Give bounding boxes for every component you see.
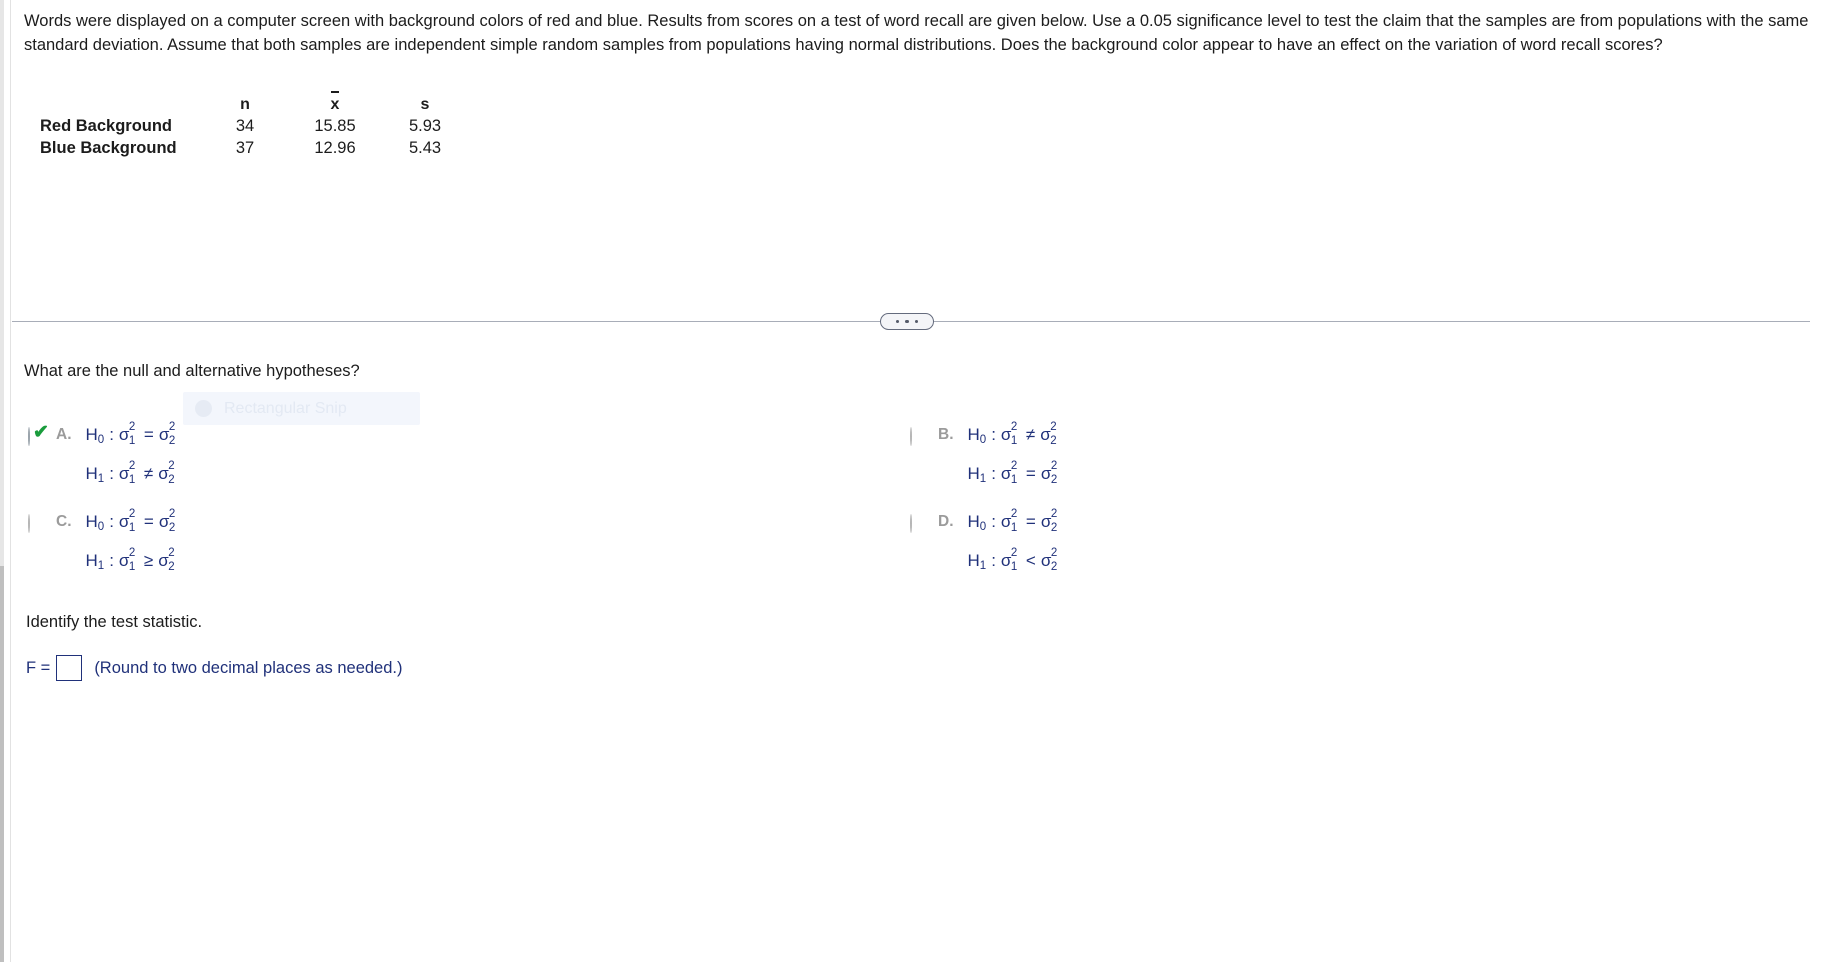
rectangular-snip-watermark: Rectangular Snip bbox=[183, 392, 420, 425]
relation-operator: < bbox=[1025, 551, 1036, 570]
column-header-s: s bbox=[420, 96, 430, 113]
hypotheses-a: H0: σ 2 1 = σ 2 2 H1: σ 2 1 ≠ σ 2 2 bbox=[86, 418, 179, 496]
sigma-1-squared: σ21 bbox=[118, 547, 136, 573]
sigma-2-squared: σ22 bbox=[158, 508, 176, 534]
cell-blue-s: 5.43 bbox=[408, 139, 442, 157]
content-left-border bbox=[10, 0, 11, 962]
hypotheses-b: H0: σ 2 1 ≠ σ 2 2 H1: σ 2 1 = σ 2 2 bbox=[968, 418, 1061, 496]
h-symbol: H bbox=[967, 551, 980, 570]
relation-operator: = bbox=[143, 425, 154, 444]
column-header-n: n bbox=[240, 96, 250, 113]
choice-letter-d: D. bbox=[938, 513, 954, 530]
radio-b-wrap[interactable] bbox=[910, 427, 928, 446]
alt-hypothesis-c: H1: σ 2 1 ≥ σ 2 2 bbox=[86, 544, 179, 583]
choice-option-b[interactable]: B. H0: σ 2 1 ≠ σ 2 2 H1: σ 2 1 = σ 2 2 bbox=[910, 418, 1061, 496]
panel-splitter bbox=[0, 313, 1822, 330]
choice-letter-a: A. bbox=[56, 426, 72, 443]
sigma-1-squared: σ21 bbox=[1000, 508, 1018, 534]
h-symbol: H bbox=[85, 551, 98, 570]
radio-a-wrap[interactable]: ✔ bbox=[28, 423, 49, 446]
test-statistic-answer-row: F = (Round to two decimal places as need… bbox=[26, 655, 403, 681]
f-value-input[interactable] bbox=[56, 655, 83, 681]
xbar-symbol: x bbox=[330, 91, 340, 113]
row-label-blue-background: Blue Background bbox=[40, 139, 177, 157]
relation-operator: ≥ bbox=[143, 551, 154, 570]
cell-blue-n: 37 bbox=[235, 139, 255, 157]
problem-statement: Words were displayed on a computer scree… bbox=[24, 12, 1809, 54]
cell-red-s: 5.93 bbox=[408, 117, 442, 135]
sigma-2-squared: σ22 bbox=[1040, 421, 1057, 447]
left-edge-rail-top bbox=[0, 0, 4, 566]
rounding-instruction: (Round to two decimal places as needed.) bbox=[94, 658, 403, 677]
alt-hypothesis-b: H1: σ 2 1 = σ 2 2 bbox=[968, 457, 1061, 496]
f-equals-label: F = bbox=[26, 658, 51, 677]
choice-letter-c: C. bbox=[56, 513, 72, 530]
sigma-2-squared: σ22 bbox=[1040, 547, 1058, 573]
handle-dot-icon bbox=[905, 319, 909, 324]
sigma-1-squared: σ21 bbox=[118, 508, 136, 534]
h-symbol: H bbox=[85, 512, 98, 531]
alt-hypothesis-a: H1: σ 2 1 ≠ σ 2 2 bbox=[86, 457, 179, 496]
sigma-2-squared: σ22 bbox=[1040, 508, 1058, 534]
sigma-2-squared: σ22 bbox=[158, 460, 175, 486]
relation-operator: = bbox=[1025, 464, 1036, 483]
choice-option-d[interactable]: D. H0: σ 2 1 = σ 2 2 H1: σ 2 1 < σ 2 2 bbox=[910, 505, 1061, 583]
choice-option-a[interactable]: ✔ A. H0: σ 2 1 = σ 2 2 H1: σ 2 1 ≠ σ 2 2 bbox=[28, 418, 179, 496]
choice-letter-b: B. bbox=[938, 426, 954, 443]
cell-red-xbar: 15.85 bbox=[314, 117, 356, 135]
choice-option-c[interactable]: C. H0: σ 2 1 = σ 2 2 H1: σ 2 1 ≥ σ 2 2 bbox=[28, 505, 179, 583]
relation-operator: = bbox=[1025, 512, 1036, 531]
sigma-1-squared: σ21 bbox=[1000, 460, 1018, 486]
h-symbol: H bbox=[967, 464, 980, 483]
left-edge-rail-bottom bbox=[0, 566, 4, 962]
table-header-row: n x s bbox=[40, 91, 470, 114]
relation-operator: ≠ bbox=[143, 464, 154, 483]
h-symbol: H bbox=[967, 512, 980, 531]
hypotheses-c: H0: σ 2 1 = σ 2 2 H1: σ 2 1 ≥ σ 2 2 bbox=[86, 505, 179, 583]
table-row: Red Background 34 15.85 5.93 bbox=[40, 114, 470, 136]
alt-hypothesis-d: H1: σ 2 1 < σ 2 2 bbox=[968, 544, 1061, 583]
splitter-drag-handle[interactable] bbox=[880, 313, 934, 330]
sigma-1-squared: σ21 bbox=[1000, 547, 1018, 573]
column-header-xbar: x bbox=[290, 91, 380, 114]
table-row: Blue Background 37 12.96 5.43 bbox=[40, 136, 470, 158]
h-symbol: H bbox=[85, 464, 98, 483]
relation-operator: ≠ bbox=[1025, 425, 1036, 444]
radio-button-d[interactable] bbox=[910, 514, 912, 533]
relation-operator: = bbox=[143, 512, 154, 531]
radio-button-c[interactable] bbox=[28, 514, 30, 533]
test-statistic-prompt: Identify the test statistic. bbox=[26, 613, 203, 631]
question-prompt: What are the null and alternative hypoth… bbox=[24, 362, 360, 380]
sigma-1-squared: σ21 bbox=[118, 460, 136, 486]
radio-d-wrap[interactable] bbox=[910, 514, 928, 533]
table-corner-cell bbox=[40, 92, 200, 114]
snip-circle-icon bbox=[195, 400, 212, 417]
sigma-1-squared: σ21 bbox=[1000, 421, 1018, 447]
handle-dot-icon bbox=[895, 319, 900, 324]
snip-watermark-label: Rectangular Snip bbox=[224, 399, 347, 417]
cell-red-n: 34 bbox=[235, 117, 255, 135]
checkmark-icon: ✔ bbox=[33, 422, 49, 443]
h-symbol: H bbox=[967, 425, 980, 444]
sigma-2-squared: σ22 bbox=[158, 421, 176, 447]
hypotheses-d: H0: σ 2 1 = σ 2 2 H1: σ 2 1 < σ 2 2 bbox=[968, 505, 1061, 583]
sigma-1-squared: σ21 bbox=[118, 421, 136, 447]
sigma-2-squared: σ22 bbox=[158, 547, 175, 573]
handle-dot-icon bbox=[914, 319, 919, 324]
cell-blue-xbar: 12.96 bbox=[314, 139, 356, 157]
radio-button-a[interactable] bbox=[28, 427, 30, 446]
stats-table: n x s Red Background 34 15.85 5.93 Blue … bbox=[40, 91, 470, 158]
sigma-2-squared: σ22 bbox=[1040, 460, 1058, 486]
h-symbol: H bbox=[85, 425, 98, 444]
radio-button-b[interactable] bbox=[910, 427, 912, 446]
row-label-red-background: Red Background bbox=[40, 117, 173, 135]
radio-c-wrap[interactable] bbox=[28, 514, 46, 533]
